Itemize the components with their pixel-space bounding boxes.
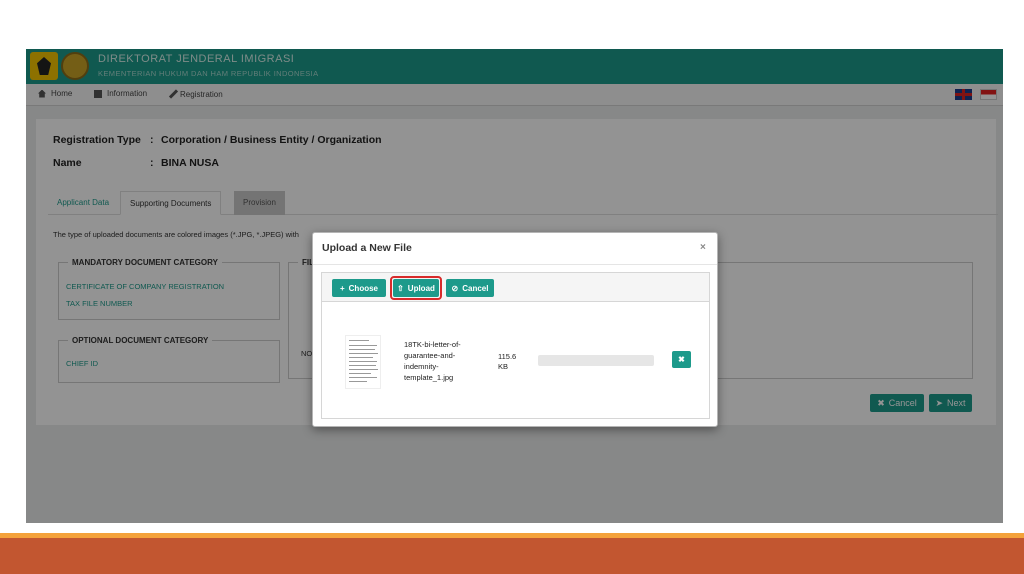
modal-close-icon[interactable]: × xyxy=(700,242,706,253)
file-thumbnail xyxy=(345,335,381,389)
upload-cancel-label: Cancel xyxy=(462,283,489,293)
ban-icon: ⊘ xyxy=(451,283,459,293)
slide-footer-bar xyxy=(0,538,1024,574)
uploader-toolbar: + Choose ⇧ Upload ⊘ Cancel xyxy=(322,273,709,302)
upload-progress-bar xyxy=(538,355,654,366)
modal-title: Upload a New File xyxy=(322,242,412,254)
file-name: 18TK-bi-letter-of-guarantee-and-indemnit… xyxy=(404,340,461,382)
upload-icon: ⇧ xyxy=(397,283,404,293)
file-size: 115.6 KB xyxy=(498,352,517,371)
upload-modal: Upload a New File × + Choose ⇧ Upload ⊘ … xyxy=(312,232,718,427)
modal-divider xyxy=(313,264,717,265)
plus-icon: + xyxy=(339,283,345,293)
file-uploader: + Choose ⇧ Upload ⊘ Cancel 18TK-bi-lette… xyxy=(321,272,710,419)
choose-button[interactable]: + Choose xyxy=(332,279,386,297)
upload-button-label: Upload xyxy=(407,283,435,293)
choose-button-label: Choose xyxy=(348,283,378,293)
upload-button[interactable]: ⇧ Upload xyxy=(393,279,439,297)
remove-file-button[interactable]: ✖ xyxy=(672,351,691,368)
remove-icon: ✖ xyxy=(678,355,685,364)
upload-cancel-button[interactable]: ⊘ Cancel xyxy=(446,279,494,297)
slide: DIREKTORAT JENDERAL IMIGRASI KEMENTERIAN… xyxy=(0,0,1024,574)
